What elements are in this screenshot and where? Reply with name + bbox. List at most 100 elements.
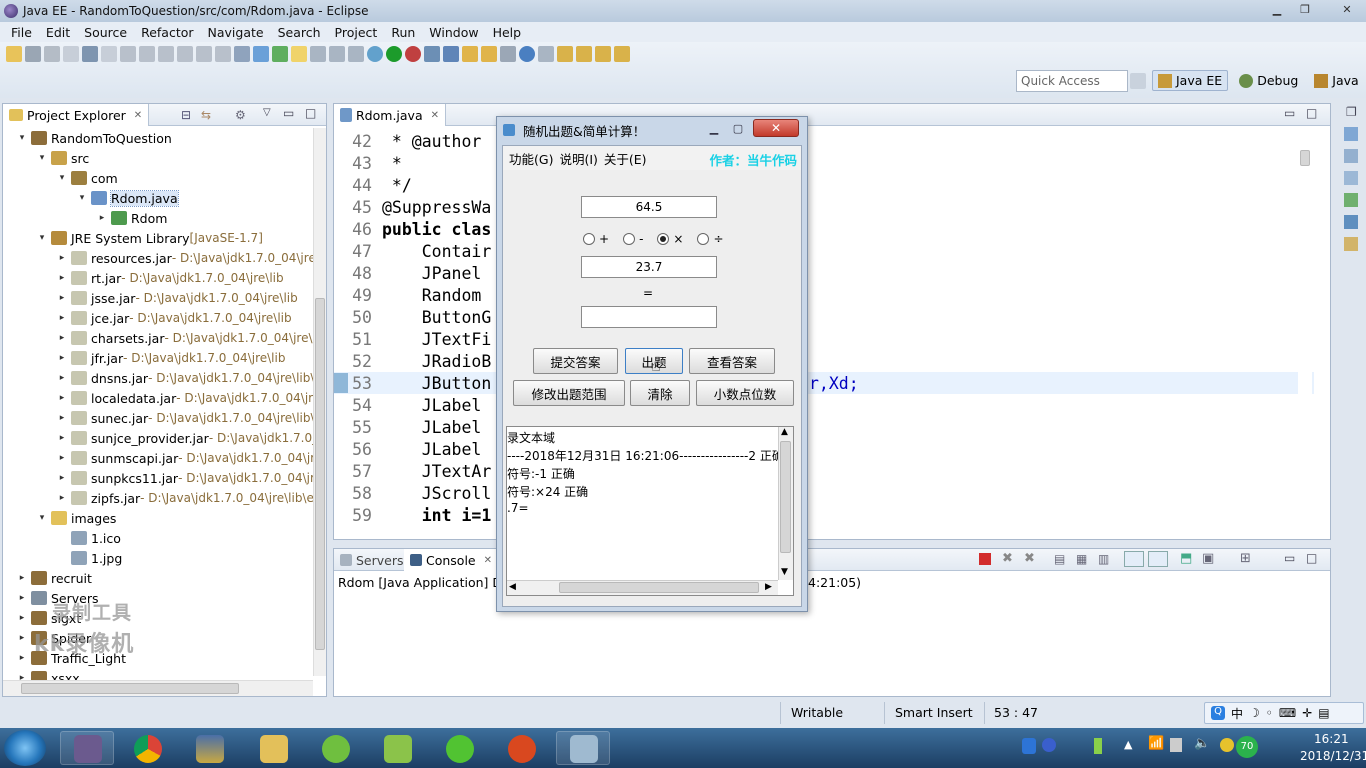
collapsed-icon[interactable]: ▸	[57, 273, 67, 283]
taskbar-wechat[interactable]	[432, 731, 486, 765]
code-line[interactable]: 56 JLabel	[334, 438, 1314, 460]
prev-annotation-icon[interactable]	[557, 46, 573, 62]
menu-search[interactable]: Search	[271, 25, 328, 40]
menu-about[interactable]: 关于(E)	[604, 149, 647, 168]
decimal-places-button[interactable]: 小数点位数	[696, 380, 794, 406]
minimize-icon[interactable]: ▭	[1284, 106, 1295, 120]
wrench-icon[interactable]	[1344, 237, 1358, 251]
operand1-field[interactable]: 64.5	[581, 196, 717, 218]
menu-file[interactable]: File	[4, 25, 39, 40]
console-horizontal-scrollbar[interactable]	[338, 681, 1308, 695]
tree-item[interactable]: ▾ com	[57, 168, 118, 188]
taskbar-explorer[interactable]	[246, 731, 300, 765]
insert-mode-status[interactable]: Smart Insert	[895, 705, 973, 720]
expanded-icon[interactable]: ▾	[37, 513, 47, 523]
close-icon[interactable]: ✕	[484, 555, 492, 566]
close-icon[interactable]: ✕	[1334, 1, 1360, 18]
tree-item[interactable]: ▾ Rdom.java	[77, 188, 179, 208]
collapsed-icon[interactable]: ▸	[57, 293, 67, 303]
minimize-icon[interactable]: ▁	[1264, 1, 1290, 18]
network-icon[interactable]: 📶	[1148, 736, 1164, 751]
menu-edit[interactable]: Edit	[39, 25, 77, 40]
tool-icon[interactable]	[101, 46, 117, 62]
scroll-thumb[interactable]	[315, 298, 325, 650]
annotation-icon[interactable]	[310, 46, 326, 62]
tree-item[interactable]: ▸ sunjce_provider.jar - D:\Java\jdk1.7.0_…	[57, 428, 313, 448]
globe-icon[interactable]	[519, 46, 535, 62]
scroll-down-icon[interactable]: ▼	[781, 567, 788, 577]
show-stdout-icon[interactable]	[1124, 551, 1144, 567]
minimize-icon[interactable]: ▁	[703, 120, 725, 136]
taskbar-java-app[interactable]	[556, 731, 610, 765]
maximize-icon[interactable]: ❐	[1292, 1, 1318, 18]
tree-item[interactable]: ▸ charsets.jar - D:\Java\jdk1.7.0_04\jre\…	[57, 328, 313, 348]
tree-item[interactable]: ▸ recruit	[17, 568, 92, 588]
display-console-icon[interactable]: ▣	[1202, 551, 1214, 566]
close-icon[interactable]: ✕	[431, 110, 439, 121]
scroll-thumb[interactable]	[1300, 150, 1310, 166]
tree-item[interactable]: ▸ sunec.jar - D:\Java\jdk1.7.0_04\jre\lib…	[57, 408, 313, 428]
code-line[interactable]: 49 Random	[334, 284, 1314, 306]
maximize-icon[interactable]: □	[1306, 551, 1317, 565]
menu-navigate[interactable]: Navigate	[201, 25, 271, 40]
expanded-icon[interactable]: ▾	[17, 133, 27, 143]
ime-logo-icon[interactable]: Q	[1211, 706, 1225, 720]
pin-console-icon[interactable]: ⬒	[1180, 551, 1192, 566]
expanded-icon[interactable]: ▾	[77, 193, 87, 203]
code-line[interactable]: 59 int i=1	[334, 504, 1314, 526]
operand2-field[interactable]: 23.7	[581, 256, 717, 278]
collapsed-icon[interactable]: ▸	[57, 373, 67, 383]
tool2-icon[interactable]	[253, 46, 269, 62]
last-edit-icon[interactable]	[576, 46, 592, 62]
tree-vertical-scrollbar[interactable]	[313, 128, 326, 676]
speed-badge[interactable]: 70	[1236, 736, 1258, 758]
code-line[interactable]: 54 JLabel	[334, 394, 1314, 416]
tab-console[interactable]: Console ✕	[404, 549, 500, 571]
task-list-icon[interactable]	[1344, 149, 1358, 163]
tree-item[interactable]: ▸ jsse.jar - D:\Java\jdk1.7.0_04\jre\lib	[57, 288, 298, 308]
code-line[interactable]: 50 ButtonG	[334, 306, 1314, 328]
ime-keyboard-icon[interactable]: ⌨	[1279, 706, 1296, 720]
operator-multiply[interactable]: ×	[657, 232, 683, 246]
menu-function[interactable]: 功能(G)	[509, 149, 553, 168]
tree-item[interactable]: ▸ Rdom	[97, 208, 168, 228]
menu-refactor[interactable]: Refactor	[134, 25, 200, 40]
code-line[interactable]: 44 */	[334, 174, 1314, 196]
scroll-lock-icon[interactable]: ▦	[1076, 552, 1087, 566]
tree-item[interactable]: 1.jpg	[57, 548, 122, 568]
code-line[interactable]: 57 JTextAr	[334, 460, 1314, 482]
submit-answer-button[interactable]: 提交答案	[533, 348, 618, 374]
menu-help[interactable]: Help	[486, 25, 529, 40]
run-icon[interactable]	[386, 46, 402, 62]
code-line[interactable]: 45 @SuppressWa	[334, 196, 1314, 218]
link-editor-icon[interactable]: ⇆	[201, 108, 211, 122]
tree-item[interactable]: ▸ sunmscapi.jar - D:\Java\jdk1.7.0_04\jre…	[57, 448, 313, 468]
snippets-icon[interactable]	[1344, 193, 1358, 207]
close-icon[interactable]: ✕	[134, 110, 142, 121]
toggle-icon[interactable]	[234, 46, 250, 62]
taskbar-recorder[interactable]	[494, 731, 548, 765]
code-area[interactable]: 42 * @author 43 * 44 */45 @SuppressWa 46 publ…	[334, 128, 1314, 528]
collapsed-icon[interactable]: ▸	[57, 313, 67, 323]
menu-source[interactable]: Source	[77, 25, 134, 40]
code-line[interactable]: 52 JRadioB	[334, 350, 1314, 372]
ime-tools-icon[interactable]: ✛	[1302, 706, 1312, 720]
server-icon[interactable]	[424, 46, 440, 62]
operator-minus[interactable]: -	[623, 232, 643, 246]
collapsed-icon[interactable]: ▸	[17, 613, 27, 623]
collapsed-icon[interactable]: ▸	[97, 213, 107, 223]
menu-project[interactable]: Project	[328, 25, 385, 40]
scroll-left-icon[interactable]: ◀	[509, 582, 516, 592]
terminal-icon[interactable]	[82, 46, 98, 62]
ime-punct-icon[interactable]: ◦	[1266, 706, 1273, 720]
collapsed-icon[interactable]: ▸	[17, 633, 27, 643]
step-over-icon[interactable]	[215, 46, 231, 62]
show-stderr-icon[interactable]	[1148, 551, 1168, 567]
block-icon[interactable]	[329, 46, 345, 62]
start-button[interactable]	[4, 730, 46, 766]
tree-item[interactable]: ▾ RandomToQuestion	[17, 128, 172, 148]
taskbar-360[interactable]	[308, 731, 362, 765]
collapsed-icon[interactable]: ▸	[17, 593, 27, 603]
remove-all-icon[interactable]: ✖	[1024, 551, 1035, 566]
taskbar-wallpaper[interactable]	[182, 731, 236, 765]
